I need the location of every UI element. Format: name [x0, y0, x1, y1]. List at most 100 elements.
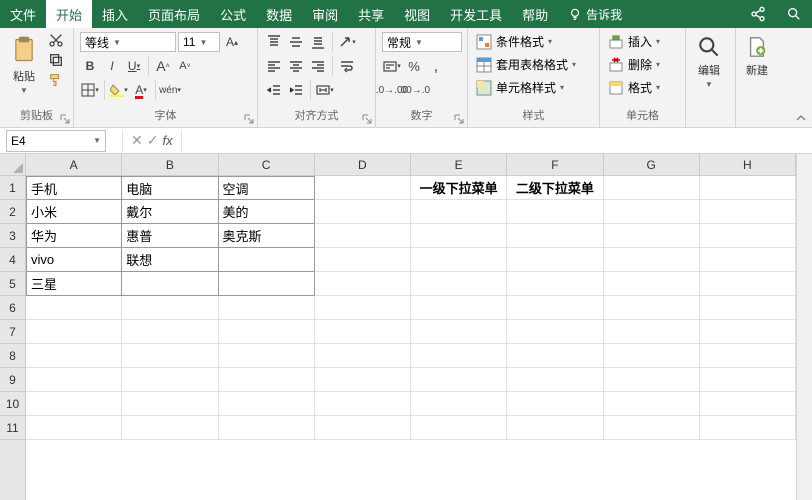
cell[interactable]	[411, 320, 507, 344]
cell[interactable]	[604, 224, 700, 248]
cell[interactable]	[700, 296, 796, 320]
number-format-combo[interactable]: 常规▼	[382, 32, 462, 52]
bold-button[interactable]: B	[80, 56, 100, 76]
merge-cells-icon[interactable]: ▾	[315, 80, 335, 100]
cell-style-button[interactable]: 单元格样式▾	[474, 78, 566, 97]
cell[interactable]	[122, 344, 218, 368]
cell[interactable]	[315, 224, 411, 248]
cell[interactable]	[122, 320, 218, 344]
cell[interactable]	[315, 248, 411, 272]
row-header[interactable]: 11	[0, 416, 25, 440]
cell[interactable]	[219, 248, 315, 272]
cell[interactable]	[604, 296, 700, 320]
cell[interactable]: 美的	[219, 200, 315, 224]
delete-cells-button[interactable]: 删除▾	[606, 55, 662, 74]
cell[interactable]	[315, 344, 411, 368]
cell[interactable]	[219, 272, 315, 296]
cell[interactable]	[507, 344, 603, 368]
phonetic-button[interactable]: wén▾	[160, 80, 180, 100]
increase-font-icon[interactable]: A˄	[153, 56, 173, 76]
wrap-text-icon[interactable]	[337, 56, 357, 76]
cancel-formula-icon[interactable]: ✕	[131, 132, 143, 149]
tab-formula[interactable]: 公式	[210, 0, 256, 28]
cell[interactable]	[700, 176, 796, 200]
cell[interactable]	[122, 272, 218, 296]
underline-button[interactable]: U▾	[124, 56, 144, 76]
cell[interactable]	[411, 368, 507, 392]
cell[interactable]: 一级下拉菜单	[411, 176, 507, 200]
cell[interactable]	[700, 200, 796, 224]
table-format-button[interactable]: 套用表格格式▾	[474, 55, 578, 74]
cell[interactable]	[315, 320, 411, 344]
decrease-decimal-icon[interactable]: .00→.0	[404, 80, 424, 100]
new-button[interactable]: 新建	[742, 32, 772, 80]
cell[interactable]	[604, 248, 700, 272]
cell[interactable]	[219, 392, 315, 416]
format-cells-button[interactable]: 格式▾	[606, 78, 662, 97]
cell[interactable]: 奥克斯	[219, 224, 315, 248]
cell[interactable]: 二级下拉菜单	[507, 176, 603, 200]
cell[interactable]	[604, 344, 700, 368]
accounting-format-icon[interactable]: ▾	[382, 56, 402, 76]
col-header[interactable]: D	[315, 154, 411, 175]
vertical-scrollbar[interactable]	[796, 154, 812, 500]
font-name-combo[interactable]: 等线▼	[80, 32, 176, 52]
cell[interactable]	[700, 416, 796, 440]
align-left-icon[interactable]	[264, 56, 284, 76]
cell[interactable]	[26, 344, 122, 368]
format-painter-icon[interactable]	[48, 72, 64, 88]
cell[interactable]	[219, 368, 315, 392]
cell[interactable]	[315, 368, 411, 392]
tab-file[interactable]: 文件	[0, 0, 46, 28]
collapse-ribbon-icon[interactable]	[794, 111, 808, 125]
cell[interactable]: 电脑	[122, 176, 218, 200]
col-header[interactable]: E	[411, 154, 507, 175]
cell[interactable]	[411, 344, 507, 368]
cell[interactable]	[700, 248, 796, 272]
cell[interactable]	[315, 392, 411, 416]
cell[interactable]	[411, 200, 507, 224]
row-header[interactable]: 7	[0, 320, 25, 344]
tab-view[interactable]: 视图	[394, 0, 440, 28]
cut-icon[interactable]	[48, 32, 64, 48]
cell[interactable]: 三星	[26, 272, 122, 296]
cell[interactable]	[604, 200, 700, 224]
cell[interactable]	[26, 320, 122, 344]
fill-color-button[interactable]: ▾	[109, 80, 129, 100]
cell[interactable]	[604, 176, 700, 200]
copy-icon[interactable]	[48, 52, 64, 68]
cell[interactable]	[315, 272, 411, 296]
align-right-icon[interactable]	[308, 56, 328, 76]
cell[interactable]: 华为	[26, 224, 122, 248]
cell[interactable]	[604, 416, 700, 440]
cell[interactable]	[26, 392, 122, 416]
align-bottom-icon[interactable]	[308, 32, 328, 52]
grid[interactable]: 手机 电脑 空调 一级下拉菜单 二级下拉菜单 小米 戴尔 美的 华为 惠普 奥克…	[26, 176, 796, 440]
cell[interactable]	[315, 176, 411, 200]
align-middle-icon[interactable]	[286, 32, 306, 52]
cell[interactable]	[507, 368, 603, 392]
paste-button[interactable]: 粘贴 ▼	[6, 32, 42, 97]
row-header[interactable]: 10	[0, 392, 25, 416]
cell[interactable]	[26, 296, 122, 320]
tab-insert[interactable]: 插入	[92, 0, 138, 28]
cell[interactable]	[219, 320, 315, 344]
cell[interactable]: 空调	[219, 176, 315, 200]
tab-home[interactable]: 开始	[46, 0, 92, 28]
cell[interactable]: 惠普	[122, 224, 218, 248]
cell[interactable]	[122, 416, 218, 440]
tab-review[interactable]: 审阅	[302, 0, 348, 28]
tell-me[interactable]: 告诉我	[558, 0, 632, 28]
cell[interactable]	[122, 368, 218, 392]
col-header[interactable]: G	[604, 154, 700, 175]
insert-cells-button[interactable]: 插入▾	[606, 32, 662, 51]
row-header[interactable]: 1	[0, 176, 25, 200]
cell[interactable]	[700, 344, 796, 368]
tab-dev[interactable]: 开发工具	[440, 0, 512, 28]
cell[interactable]	[411, 296, 507, 320]
cell[interactable]	[700, 272, 796, 296]
search-button[interactable]	[776, 0, 812, 28]
cell[interactable]	[411, 272, 507, 296]
cell[interactable]	[219, 296, 315, 320]
cell[interactable]	[315, 200, 411, 224]
